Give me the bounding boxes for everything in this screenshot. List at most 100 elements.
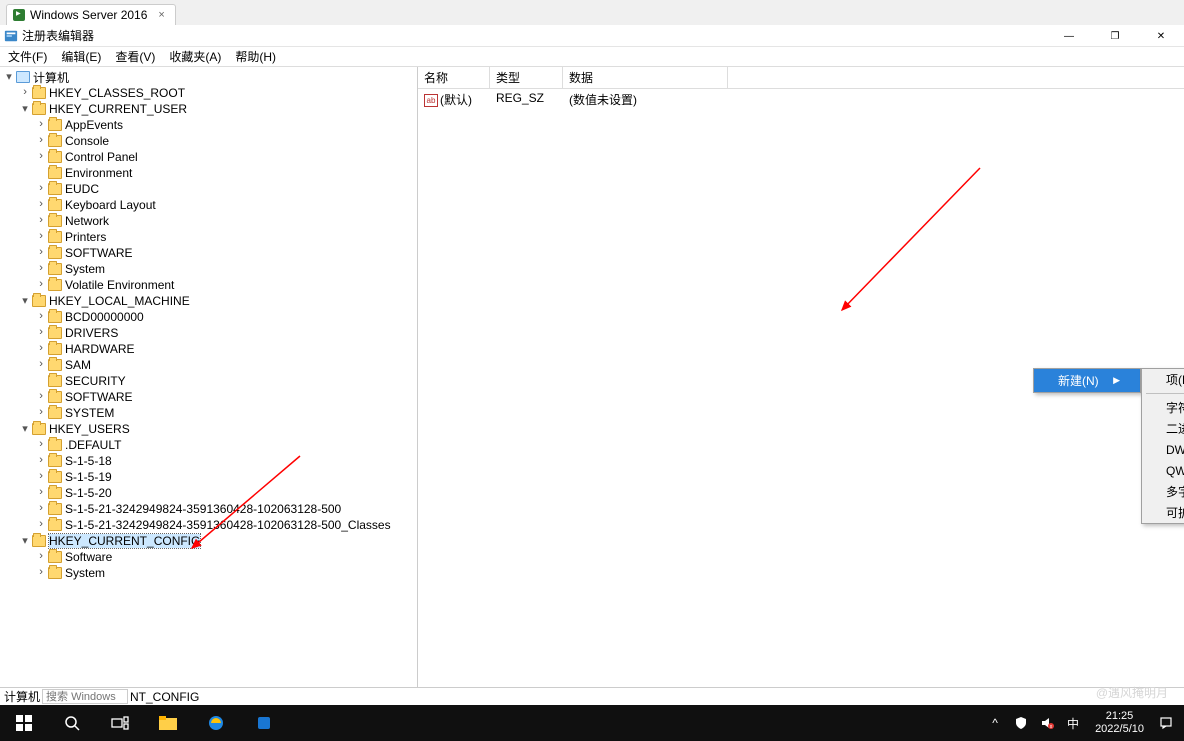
tree-item[interactable]: ›SYSTEM (34, 405, 417, 421)
menu-favorites[interactable]: 收藏夹(A) (163, 47, 227, 66)
tree-root[interactable]: ▾计算机 (2, 69, 417, 85)
tree-item[interactable]: ›BCD00000000 (34, 309, 417, 325)
vm-tab-title: Windows Server 2016 (30, 8, 147, 22)
folder-icon (48, 551, 62, 563)
tree-item[interactable]: ›Printers (34, 229, 417, 245)
task-view-button[interactable] (96, 705, 144, 741)
col-name[interactable]: 名称 (418, 67, 490, 88)
tree-item[interactable]: Environment (34, 165, 417, 181)
tree-item[interactable]: ›S-1-5-21-3242949824-3591360428-10206312… (34, 501, 417, 517)
tree-item[interactable]: ›Network (34, 213, 417, 229)
folder-icon (48, 375, 62, 387)
status-bar: 计算机 NT_CONFIG (0, 687, 1184, 705)
taskbar-app[interactable] (240, 705, 288, 741)
vm-tab[interactable]: Windows Server 2016 × (6, 4, 176, 25)
folder-icon (48, 455, 62, 467)
folder-icon (48, 407, 62, 419)
tree-item[interactable]: ›Volatile Environment (34, 277, 417, 293)
menu-view[interactable]: 查看(V) (109, 47, 161, 66)
tree-item[interactable]: SECURITY (34, 373, 417, 389)
taskbar-explorer[interactable] (144, 705, 192, 741)
folder-icon (32, 535, 46, 547)
ctx-new-qword[interactable]: QWORD (64 位)值(Q) (1142, 460, 1184, 481)
tree-item[interactable]: ›S-1-5-18 (34, 453, 417, 469)
context-menu: 新建(N) ▶ (1033, 368, 1141, 393)
tray-shield-icon[interactable] (1009, 705, 1033, 741)
status-suffix: NT_CONFIG (130, 690, 199, 704)
tree-item[interactable]: ›SAM (34, 357, 417, 373)
ctx-new-binary[interactable]: 二进制值(B) (1142, 418, 1184, 439)
folder-icon (48, 311, 62, 323)
folder-icon (32, 295, 46, 307)
taskbar: ^ x 中 21:25 2022/5/10 (0, 705, 1184, 741)
separator (1146, 393, 1184, 394)
watermark: @遇风掩明月 (1096, 684, 1168, 701)
folder-icon (48, 439, 62, 451)
folder-icon (48, 519, 62, 531)
tree-item[interactable]: ›S-1-5-21-3242949824-3591360428-10206312… (34, 517, 417, 533)
regedit-icon (4, 29, 18, 43)
tree-item[interactable]: ›Console (34, 133, 417, 149)
tree-item[interactable]: ›Keyboard Layout (34, 197, 417, 213)
tree-item[interactable]: ›SOFTWARE (34, 389, 417, 405)
taskbar-ie[interactable] (192, 705, 240, 741)
tray-notifications-icon[interactable] (1154, 705, 1178, 741)
list-row[interactable]: ab(默认) REG_SZ (数值未设置) (418, 89, 1184, 110)
tree-item[interactable]: ›Software (34, 549, 417, 565)
registry-tree[interactable]: ▾计算机 ›HKEY_CLASSES_ROOT ▾HKEY_CURRENT_US… (0, 67, 418, 687)
tree-item[interactable]: ›EUDC (34, 181, 417, 197)
computer-icon (16, 71, 30, 83)
search-button[interactable] (48, 705, 96, 741)
tree-hkey-current-user[interactable]: ▾HKEY_CURRENT_USER (18, 101, 417, 117)
menu-bar: 文件(F) 编辑(E) 查看(V) 收藏夹(A) 帮助(H) (0, 47, 1184, 67)
ctx-new[interactable]: 新建(N) ▶ (1034, 369, 1140, 392)
main-split: ▾计算机 ›HKEY_CLASSES_ROOT ▾HKEY_CURRENT_US… (0, 67, 1184, 687)
tree-item[interactable]: ›S-1-5-20 (34, 485, 417, 501)
tree-hkey-users[interactable]: ▾HKEY_USERS (18, 421, 417, 437)
folder-icon (48, 503, 62, 515)
tray-ime[interactable]: 中 (1061, 705, 1085, 741)
tree-item[interactable]: ›SOFTWARE (34, 245, 417, 261)
folder-icon (48, 391, 62, 403)
close-button[interactable]: ✕ (1138, 25, 1184, 47)
ctx-new-key[interactable]: 项(K) (1142, 369, 1184, 390)
ctx-new-dword[interactable]: DWORD (32 位)值(D) (1142, 439, 1184, 460)
tree-item[interactable]: ›System (34, 565, 417, 581)
ctx-new-multistring[interactable]: 多字符串值(M) (1142, 481, 1184, 502)
tree-hkey-classes-root[interactable]: ›HKEY_CLASSES_ROOT (18, 85, 417, 101)
tree-hkey-current-config[interactable]: ▾HKEY_CURRENT_CONFIG (18, 533, 417, 549)
tray-up-icon[interactable]: ^ (983, 705, 1007, 741)
menu-file[interactable]: 文件(F) (2, 47, 53, 66)
tree-item[interactable]: ›HARDWARE (34, 341, 417, 357)
window-title: 注册表编辑器 (22, 27, 94, 44)
tree-item[interactable]: ›S-1-5-19 (34, 469, 417, 485)
start-button[interactable] (0, 705, 48, 741)
minimize-button[interactable]: — (1046, 25, 1092, 47)
ctx-new-string[interactable]: 字符串值(S) (1142, 397, 1184, 418)
tray-volume-icon[interactable]: x (1035, 705, 1059, 741)
menu-help[interactable]: 帮助(H) (229, 47, 282, 66)
vm-tab-bar: Windows Server 2016 × (0, 0, 1184, 25)
search-input[interactable] (42, 689, 128, 704)
tree-item[interactable]: ›DRIVERS (34, 325, 417, 341)
maximize-button[interactable]: ❐ (1092, 25, 1138, 47)
menu-edit[interactable]: 编辑(E) (55, 47, 107, 66)
col-data[interactable]: 数据 (563, 67, 728, 88)
tree-item[interactable]: ›.DEFAULT (34, 437, 417, 453)
vm-icon (13, 9, 25, 21)
folder-icon (48, 119, 62, 131)
taskbar-clock[interactable]: 21:25 2022/5/10 (1087, 710, 1152, 736)
close-icon[interactable]: × (158, 9, 164, 21)
ctx-new-expandstring[interactable]: 可扩充字符串值(E) (1142, 502, 1184, 523)
folder-icon (48, 247, 62, 259)
folder-icon (48, 327, 62, 339)
tree-item[interactable]: ›AppEvents (34, 117, 417, 133)
tree-item[interactable]: ›Control Panel (34, 149, 417, 165)
folder-icon (48, 199, 62, 211)
folder-icon (48, 231, 62, 243)
tree-item[interactable]: ›System (34, 261, 417, 277)
tree-hkey-local-machine[interactable]: ▾HKEY_LOCAL_MACHINE (18, 293, 417, 309)
status-prefix: 计算机 (4, 688, 40, 705)
col-type[interactable]: 类型 (490, 67, 563, 88)
folder-icon (48, 279, 62, 291)
